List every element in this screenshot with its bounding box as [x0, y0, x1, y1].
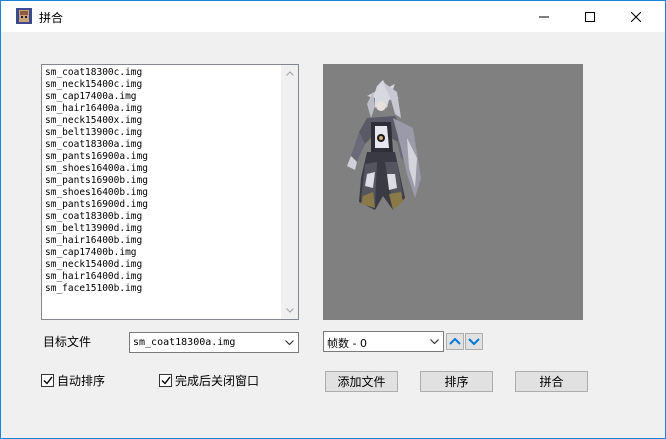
close-button[interactable]: [613, 1, 659, 32]
list-item[interactable]: sm_belt13900d.img: [44, 223, 280, 235]
target-file-select[interactable]: sm_coat18300a.img: [129, 332, 299, 353]
minimize-button[interactable]: [521, 1, 567, 32]
merge-window: 拼合 sm_coat18300c.img sm_neck15400c.img sm_…: [0, 0, 666, 439]
auto-sort-checkbox[interactable]: 自动排序: [41, 372, 105, 389]
list-item[interactable]: sm_hair16400a.img: [44, 103, 280, 115]
window-title: 拼合: [39, 11, 64, 25]
frame-select[interactable]: 帧数 - 0: [323, 331, 444, 352]
client-area: sm_coat18300c.img sm_neck15400c.img sm_cap…: [1, 32, 665, 438]
add-file-button[interactable]: 添加文件: [325, 371, 398, 392]
list-item[interactable]: sm_face15100b.img: [44, 283, 280, 295]
minimize-icon: [539, 16, 549, 17]
chevron-down-icon: [468, 338, 480, 345]
sort-button[interactable]: 排序: [420, 371, 493, 392]
target-file-label: 目标文件: [43, 335, 92, 349]
scroll-down-button[interactable]: [281, 302, 298, 319]
list-item[interactable]: sm_cap17400a.img: [44, 91, 280, 103]
list-item[interactable]: sm_hair16400b.img: [44, 235, 280, 247]
target-file-value: sm_coat18300a.img: [133, 337, 236, 348]
app-icon: [16, 8, 32, 24]
list-item[interactable]: sm_pants16900b.img: [44, 175, 280, 187]
chevron-down-icon: [285, 340, 294, 345]
merge-button[interactable]: 拼合: [515, 371, 588, 392]
checkmark-icon: [43, 376, 53, 385]
list-item[interactable]: sm_hair16400d.img: [44, 271, 280, 283]
maximize-button[interactable]: [567, 1, 613, 32]
title-bar[interactable]: 拼合: [1, 1, 665, 32]
chevron-down-icon: [285, 308, 294, 313]
close-after-label: 完成后关闭窗口: [175, 374, 260, 388]
maximize-icon: [585, 11, 595, 22]
list-item[interactable]: sm_coat18300a.img: [44, 139, 280, 151]
character-sprite-image: [347, 80, 421, 210]
list-item[interactable]: sm_pants16900d.img: [44, 199, 280, 211]
vertical-scrollbar[interactable]: [281, 65, 298, 319]
scroll-up-button[interactable]: [281, 65, 298, 82]
list-item[interactable]: sm_coat18300b.img: [44, 211, 280, 223]
close-icon: [631, 11, 641, 22]
sprite-preview: [323, 64, 583, 320]
frame-up-button[interactable]: [446, 333, 464, 350]
chevron-up-icon: [449, 338, 461, 345]
list-item[interactable]: sm_neck15400x.img: [44, 115, 280, 127]
chevron-up-icon: [285, 71, 294, 76]
list-item[interactable]: sm_shoes16400b.img: [44, 187, 280, 199]
list-item[interactable]: sm_cap17400b.img: [44, 247, 280, 259]
list-item[interactable]: sm_neck15400d.img: [44, 259, 280, 271]
checkbox-box[interactable]: [41, 374, 54, 387]
file-list-items: sm_coat18300c.img sm_neck15400c.img sm_cap…: [44, 67, 280, 317]
frame-value: 帧数 - 0: [327, 337, 367, 350]
frame-down-button[interactable]: [465, 333, 483, 350]
list-item[interactable]: sm_belt13900c.img: [44, 127, 280, 139]
close-after-checkbox[interactable]: 完成后关闭窗口: [159, 372, 259, 389]
list-item[interactable]: sm_pants16900a.img: [44, 151, 280, 163]
auto-sort-label: 自动排序: [57, 374, 106, 388]
target-file-dropdown-button[interactable]: [281, 333, 298, 352]
file-list[interactable]: sm_coat18300c.img sm_neck15400c.img sm_cap…: [41, 64, 299, 320]
list-item[interactable]: sm_neck15400c.img: [44, 79, 280, 91]
chevron-down-icon: [430, 339, 439, 344]
frame-dropdown-button[interactable]: [426, 332, 443, 351]
list-item[interactable]: sm_coat18300c.img: [44, 67, 280, 79]
list-item[interactable]: sm_shoes16400a.img: [44, 163, 280, 175]
checkmark-icon: [161, 376, 171, 385]
checkbox-box[interactable]: [159, 374, 172, 387]
